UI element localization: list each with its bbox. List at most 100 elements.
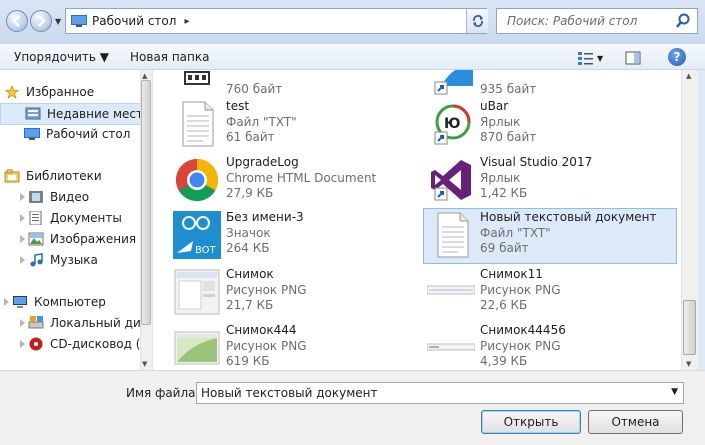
nav-music[interactable]: Музыка <box>18 250 98 270</box>
blue-shortcut-icon <box>434 70 473 95</box>
nav-local-disk[interactable]: Локальный диск <box>18 313 152 333</box>
preview-pane-button[interactable] <box>625 50 641 66</box>
file-size: 4,39 КБ <box>480 354 528 368</box>
breadcrumb-chevron-icon[interactable]: ▸ <box>184 16 189 27</box>
nav-images[interactable]: Изображения <box>18 229 136 249</box>
search-icon[interactable] <box>675 13 691 29</box>
new-folder-button[interactable]: Новая папка <box>130 50 209 64</box>
local-disk-icon <box>28 316 44 329</box>
file-name: Снимок11 <box>480 267 543 281</box>
file-name: Снимок444 <box>226 323 297 337</box>
chrome-icon <box>175 159 219 202</box>
expand-arrow-icon[interactable] <box>4 298 9 306</box>
file-name: uBar <box>480 99 509 113</box>
nav-favorites[interactable]: Избранное <box>4 82 94 102</box>
file-item-snimok44456[interactable]: Снимок44456 Рисунок PNG 4,39 КБ <box>407 322 657 370</box>
address-field[interactable]: Рабочий стол ▸ ▼ <box>65 8 487 34</box>
view-details-icon <box>578 52 593 65</box>
nav-recent-places[interactable]: Недавние места <box>0 103 152 125</box>
cancel-button[interactable]: Отмена <box>588 410 683 434</box>
nav-cd-drive[interactable]: CD-дисковод (D: <box>18 334 152 354</box>
nav-documents[interactable]: Документы <box>18 208 122 228</box>
nav-desktop[interactable]: Рабочий стол <box>24 124 130 144</box>
file-size: 61 байт <box>226 130 275 144</box>
help-button[interactable]: ? <box>668 48 686 66</box>
expand-arrow-icon[interactable] <box>20 256 25 264</box>
expand-arrow-icon[interactable] <box>20 214 25 222</box>
file-item-bez-imeni-3[interactable]: BOT Без имени-3 Значок 264 КБ <box>153 209 403 259</box>
file-item[interactable]: 935 байт <box>407 70 657 100</box>
nav-libraries[interactable]: Библиотеки <box>4 166 102 186</box>
file-size: 27,9 КБ <box>226 186 274 200</box>
file-list-scrollbar-thumb[interactable] <box>683 300 696 355</box>
expand-arrow-icon[interactable] <box>20 340 25 348</box>
file-item-snimok444[interactable]: Снимок444 Рисунок PNG 619 КБ <box>153 322 403 370</box>
star-icon <box>4 85 20 99</box>
pictures-library-icon <box>28 232 44 246</box>
nav-documents-label: Документы <box>50 211 122 225</box>
back-arrow-icon <box>12 15 20 27</box>
svg-text:BOT: BOT <box>195 245 217 256</box>
forward-arrow-icon <box>38 15 46 27</box>
history-dropdown-icon[interactable]: ▼ <box>55 17 61 26</box>
nav-scrollbar-thumb[interactable] <box>141 80 151 325</box>
file-name: Visual Studio 2017 <box>480 155 593 169</box>
nav-video[interactable]: Видео <box>18 187 89 207</box>
file-item-new-text-document[interactable]: Новый текстовый документ Файл "TXT" 69 б… <box>423 208 677 264</box>
visual-studio-icon <box>431 160 471 201</box>
file-size: 935 байт <box>480 82 537 96</box>
filename-value[interactable]: Новый текстовый документ <box>201 386 378 400</box>
scroll-up-icon[interactable]: ▲ <box>142 72 147 80</box>
back-button[interactable] <box>6 10 28 32</box>
file-item-visual-studio[interactable]: Visual Studio 2017 Ярлык 1,42 КБ <box>407 154 657 204</box>
organize-menu-button[interactable]: Упорядочить ▼ <box>14 50 109 64</box>
change-view-button[interactable]: ▼ <box>578 50 608 66</box>
file-size: 22,6 КБ <box>480 298 528 312</box>
file-name: Новый текстовый документ <box>480 210 657 224</box>
file-item-ubar[interactable]: Ю uBar Ярлык 870 байт <box>407 98 657 148</box>
nav-computer[interactable]: Компьютер <box>4 292 106 312</box>
file-list: 760 байт 935 байт test Файл "TXT" 61 бай… <box>153 70 681 370</box>
file-name: Снимок <box>226 267 274 281</box>
nav-local-disk-label: Локальный диск <box>50 316 152 330</box>
scroll-up-icon[interactable]: ▲ <box>686 72 691 80</box>
file-type: Рисунок PNG <box>226 339 307 353</box>
file-size: 1,42 КБ <box>480 186 528 200</box>
filename-input[interactable]: Новый текстовый документ ▼ <box>196 382 684 404</box>
expand-arrow-icon[interactable] <box>20 319 25 327</box>
expand-arrow-icon[interactable] <box>20 193 25 201</box>
expand-arrow-icon[interactable] <box>20 235 25 243</box>
nav-favorites-label: Избранное <box>26 85 95 99</box>
scroll-down-icon[interactable]: ▼ <box>142 360 147 368</box>
forward-button[interactable] <box>30 10 52 32</box>
file-item-snimok[interactable]: Снимок Рисунок PNG 21,7 КБ <box>153 266 403 316</box>
music-library-icon <box>30 253 43 267</box>
refresh-button[interactable] <box>466 9 488 33</box>
address-location[interactable]: Рабочий стол <box>92 14 176 28</box>
arduino-bot-icon: BOT <box>173 211 221 259</box>
file-item-snimok11[interactable]: Снимок11 Рисунок PNG 22,6 КБ <box>407 266 657 316</box>
file-item[interactable]: 760 байт <box>153 70 403 100</box>
nav-libraries-label: Библиотеки <box>26 169 102 183</box>
video-library-icon <box>29 191 43 203</box>
file-type: Рисунок PNG <box>480 339 561 353</box>
desktop-icon <box>71 15 87 27</box>
ubar-icon: Ю <box>434 104 471 145</box>
file-type: Файл "TXT" <box>480 226 551 240</box>
preview-pane-icon <box>625 51 641 65</box>
documents-library-icon <box>29 211 42 225</box>
file-type: Рисунок PNG <box>480 283 561 297</box>
file-item-test[interactable]: test Файл "TXT" 61 байт <box>153 98 403 148</box>
scroll-down-icon[interactable]: ▼ <box>686 360 691 368</box>
nav-recent-label: Недавние места <box>47 107 151 121</box>
file-item-upgradelog[interactable]: UpgradeLog Chrome HTML Document 27,9 КБ <box>153 154 403 204</box>
nav-cd-drive-label: CD-дисковод (D: <box>50 337 152 351</box>
open-button[interactable]: Открыть <box>481 410 581 434</box>
file-size: 760 байт <box>226 82 283 96</box>
photo-thumb-icon <box>174 331 220 365</box>
filename-dropdown-icon[interactable]: ▼ <box>671 387 678 397</box>
search-input[interactable]: Поиск: Рабочий стол <box>496 8 698 34</box>
view-dropdown-icon[interactable]: ▼ <box>597 54 603 63</box>
nav-music-label: Музыка <box>50 253 98 267</box>
file-type: Рисунок PNG <box>226 283 307 297</box>
